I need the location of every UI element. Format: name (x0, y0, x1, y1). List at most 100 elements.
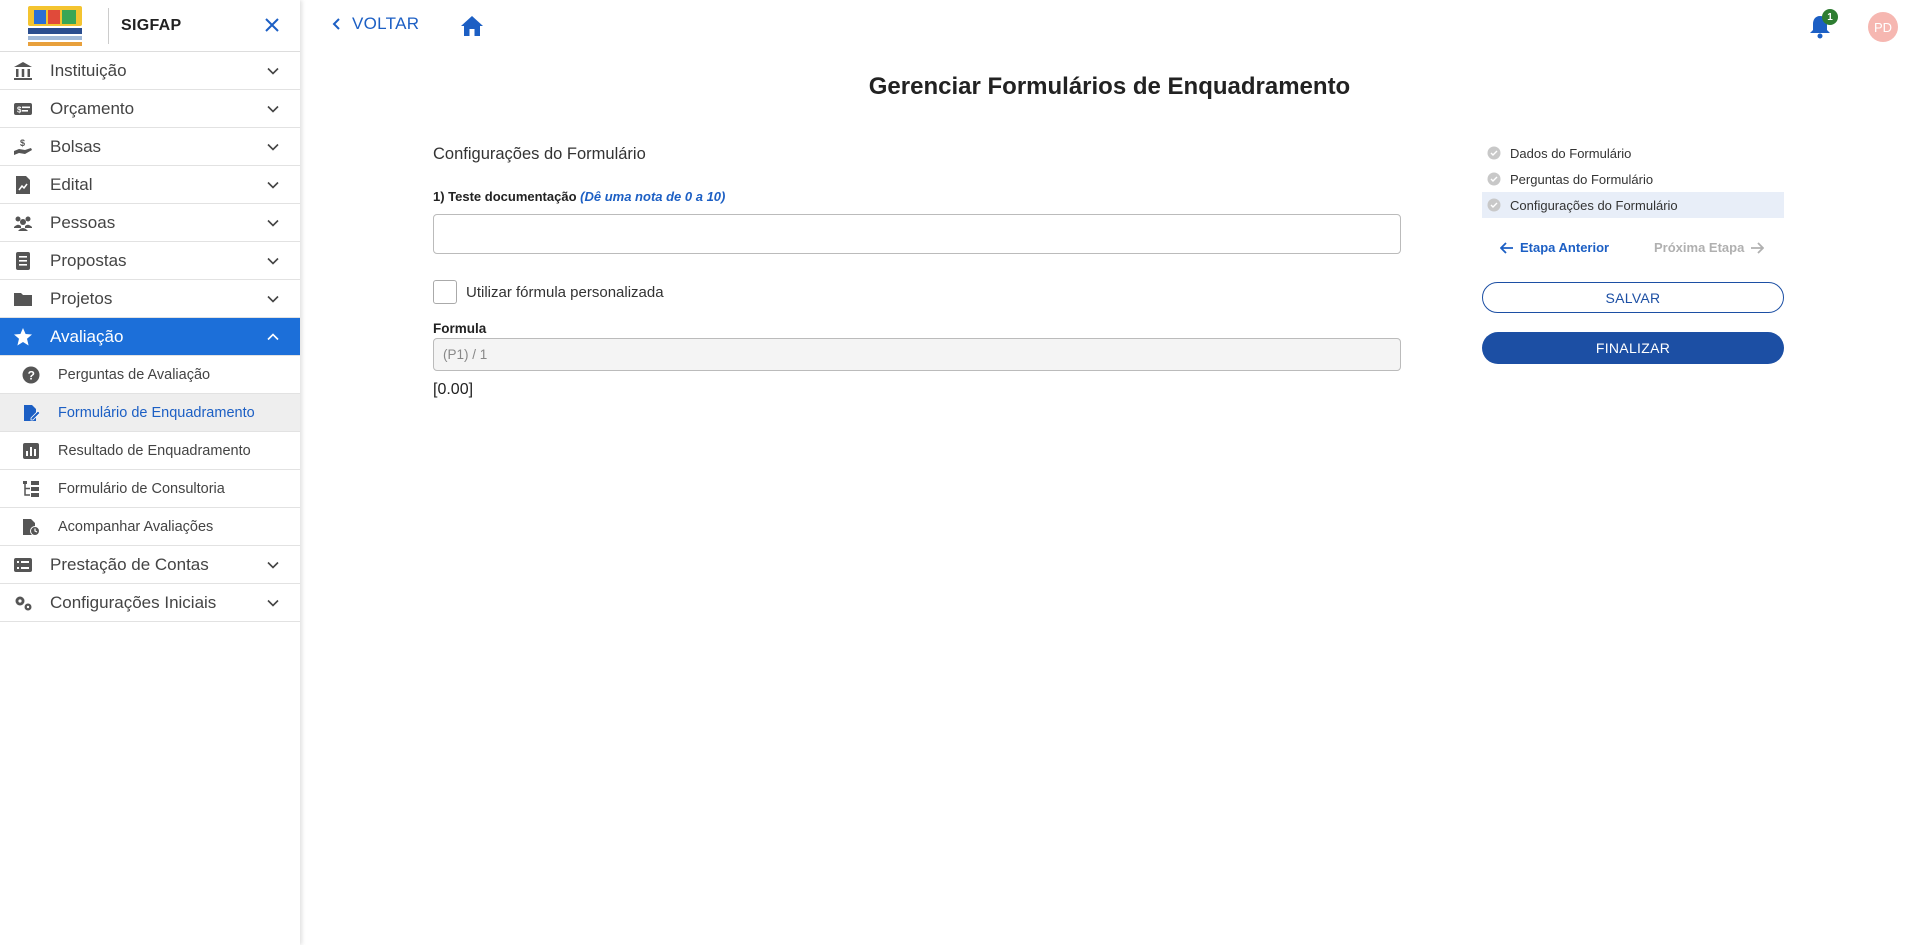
previous-step-button[interactable]: Etapa Anterior (1500, 240, 1609, 255)
user-avatar[interactable]: PD (1868, 12, 1898, 42)
sidebar-item-label: Orçamento (50, 98, 135, 118)
svg-text:$: $ (20, 138, 25, 148)
folder-icon (12, 288, 34, 310)
list-icon (12, 554, 34, 576)
custom-formula-toggle[interactable]: Utilizar fórmula personalizada (433, 280, 1401, 304)
chevron-down-icon (267, 181, 279, 189)
file-clock-icon (21, 517, 41, 537)
finish-button[interactable]: FINALIZAR (1482, 332, 1784, 364)
sidebar-item-label: Propostas (50, 250, 127, 270)
subitem-label: Perguntas de Avaliação (58, 366, 211, 383)
home-icon[interactable] (460, 14, 484, 38)
chevron-down-icon (267, 219, 279, 227)
document-chart-icon (12, 174, 34, 196)
sidebar-item-label: Prestação de Contas (50, 554, 209, 574)
next-step-button: Próxima Etapa (1654, 240, 1765, 255)
bank-icon (12, 60, 34, 82)
app-title: SIGFAP (121, 16, 182, 34)
sidebar-item-avaliacao[interactable]: Avaliação (0, 318, 300, 356)
step-label: Dados do Formulário (1510, 145, 1632, 161)
gears-icon (12, 592, 34, 614)
sidebar-header: SIGFAP (0, 0, 300, 52)
chevron-down-icon (267, 67, 279, 75)
sidebar-item-propostas[interactable]: Propostas (0, 242, 300, 280)
sidebar-item-edital[interactable]: Edital (0, 166, 300, 204)
top-bar: VOLTAR 1 PD (300, 0, 1919, 52)
svg-text:$: $ (17, 105, 22, 114)
check-circle-icon (1487, 172, 1501, 186)
chevron-down-icon (267, 257, 279, 265)
subitem-perguntas-avaliacao[interactable]: ? Perguntas de Avaliação (0, 356, 300, 394)
custom-formula-checkbox[interactable] (433, 280, 457, 304)
next-step-label: Próxima Etapa (1654, 240, 1745, 255)
subitem-label: Resultado de Enquadramento (58, 442, 251, 459)
subitem-formulario-consultoria[interactable]: Formulário de Consultoria (0, 470, 300, 508)
step-dados-formulario[interactable]: Dados do Formulário (1482, 140, 1784, 166)
close-sidebar-button[interactable] (262, 14, 282, 36)
sidebar-item-orcamento[interactable]: $ Orçamento (0, 90, 300, 128)
subitem-label: Acompanhar Avaliações (58, 518, 214, 535)
bar-chart-icon (21, 441, 41, 461)
sidebar-item-prestacao-contas[interactable]: Prestação de Contas (0, 546, 300, 584)
people-icon (12, 212, 34, 234)
chevron-left-icon (332, 18, 340, 30)
subitem-acompanhar-avaliacoes[interactable]: Acompanhar Avaliações (0, 508, 300, 546)
document-list-icon (12, 250, 34, 272)
sidebar-item-bolsas[interactable]: $ Bolsas (0, 128, 300, 166)
chevron-down-icon (267, 561, 279, 569)
question-hint: (Dê uma nota de 0 a 10) (580, 189, 726, 204)
subitem-label: Formulário de Consultoria (58, 480, 225, 497)
star-icon (12, 326, 34, 348)
file-edit-icon (21, 403, 41, 423)
app-root: SIGFAP Instituição $ Orçamento $ Bolsas (0, 0, 1919, 945)
chevron-up-icon (267, 333, 279, 341)
chevron-down-icon (267, 599, 279, 607)
formula-label: Formula (433, 321, 487, 336)
subitem-label: Formulário de Enquadramento (58, 404, 255, 421)
back-button[interactable]: VOLTAR (332, 14, 419, 34)
question-answer-input[interactable] (433, 214, 1401, 254)
step-perguntas-formulario[interactable]: Perguntas do Formulário (1482, 166, 1784, 192)
money-card-icon: $ (12, 98, 34, 120)
previous-step-label: Etapa Anterior (1520, 240, 1610, 255)
step-navigation: Etapa Anterior Próxima Etapa (1482, 240, 1784, 260)
question-label: 1) Teste documentação (Dê uma nota de 0 … (433, 189, 1401, 204)
sidebar-item-configuracoes-iniciais[interactable]: Configurações Iniciais (0, 584, 300, 622)
step-configuracoes-formulario[interactable]: Configurações do Formulário (1482, 192, 1784, 218)
arrow-right-icon (1751, 241, 1765, 254)
sidebar-item-label: Pessoas (50, 212, 116, 232)
arrow-left-icon (1500, 241, 1513, 254)
check-circle-icon (1487, 198, 1501, 212)
sidebar-item-projetos[interactable]: Projetos (0, 280, 300, 318)
close-icon (265, 18, 279, 32)
chevron-down-icon (267, 143, 279, 151)
form-settings-section: Configurações do Formulário 1) Teste doc… (433, 145, 1401, 399)
chevron-down-icon (267, 295, 279, 303)
formula-result: [0.00] (433, 381, 474, 398)
chevron-down-icon (267, 105, 279, 113)
form-steps: Dados do Formulário Perguntas do Formulá… (1482, 140, 1784, 218)
subitem-resultado-enquadramento[interactable]: Resultado de Enquadramento (0, 432, 300, 470)
formula-input (433, 338, 1401, 371)
question-text: 1) Teste documentação (433, 189, 577, 204)
sidebar-item-label: Configurações Iniciais (50, 592, 217, 612)
back-label: VOLTAR (352, 14, 420, 33)
sidebar-item-label: Projetos (50, 288, 113, 308)
notification-badge: 1 (1822, 9, 1838, 25)
svg-text:?: ? (28, 368, 35, 382)
question-circle-icon: ? (21, 365, 41, 385)
save-button[interactable]: SALVAR (1482, 282, 1784, 313)
sidebar-item-instituicao[interactable]: Instituição (0, 52, 300, 90)
sidebar-item-pessoas[interactable]: Pessoas (0, 204, 300, 242)
custom-formula-label: Utilizar fórmula personalizada (466, 283, 664, 301)
sidebar-item-label: Avaliação (50, 326, 124, 346)
header-divider (108, 7, 109, 44)
hand-money-icon: $ (12, 136, 34, 158)
check-circle-icon (1487, 146, 1501, 160)
sidebar-item-label: Bolsas (50, 136, 102, 156)
subitem-formulario-enquadramento[interactable]: Formulário de Enquadramento (0, 394, 300, 432)
section-title: Configurações do Formulário (433, 145, 646, 163)
sidebar-item-label: Instituição (50, 60, 127, 80)
step-label: Perguntas do Formulário (1510, 171, 1654, 187)
sidebar-item-label: Edital (50, 174, 93, 194)
